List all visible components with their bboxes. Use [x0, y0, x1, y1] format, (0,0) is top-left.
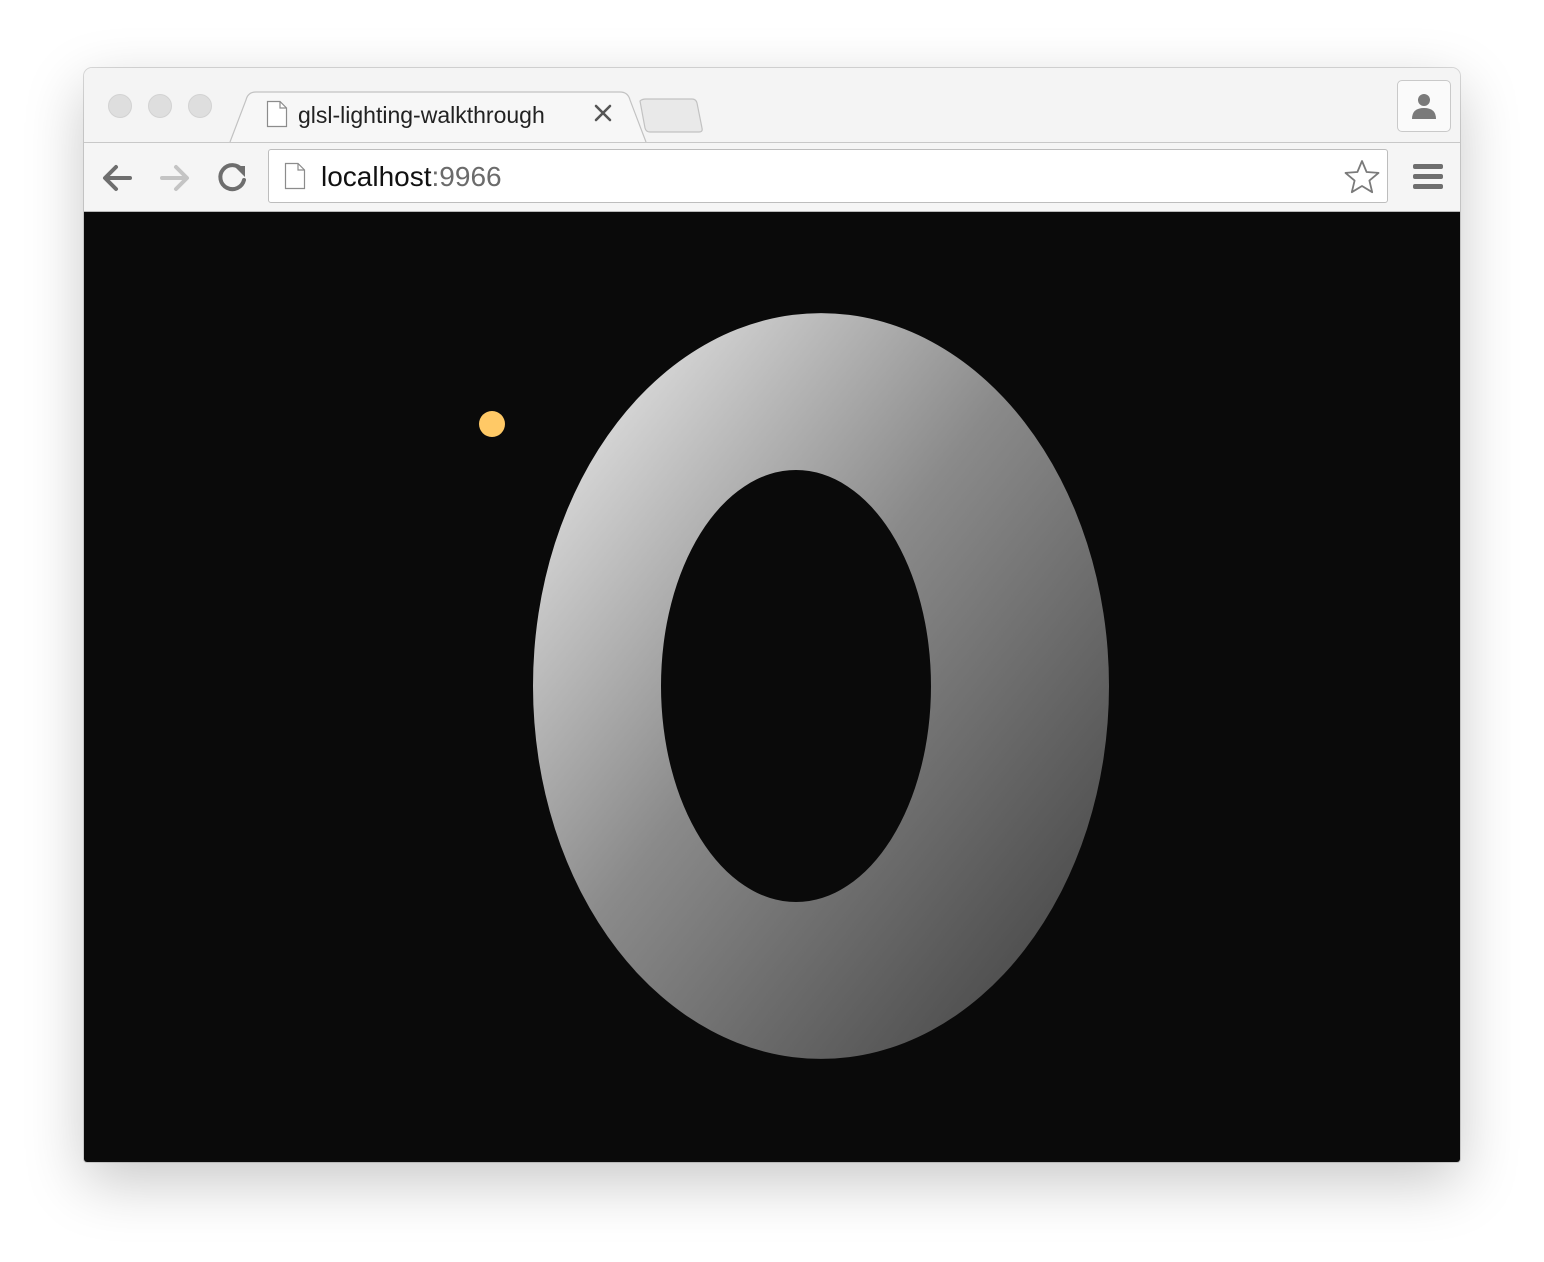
profile-button[interactable]: [1397, 80, 1451, 132]
torus-scene: [479, 313, 1109, 1059]
new-tab-icon[interactable]: [639, 98, 703, 133]
browser-window: glsl-lighting-walkthrough localhost:9966: [84, 68, 1460, 1162]
tab-title: glsl-lighting-walkthrough: [298, 102, 545, 128]
toolbar: localhost:9966: [84, 142, 1460, 212]
tab-strip: glsl-lighting-walkthrough: [84, 68, 1460, 142]
light-source-marker: [479, 411, 505, 437]
arrow-right-icon[interactable]: [154, 158, 194, 198]
tab-active[interactable]: glsl-lighting-walkthrough: [264, 94, 624, 138]
page-icon: [266, 100, 288, 128]
url-host: localhost: [321, 161, 432, 192]
webgl-canvas[interactable]: [84, 212, 1460, 1162]
hamburger-menu-icon[interactable]: [1412, 161, 1444, 193]
url-port: :9966: [431, 161, 502, 192]
star-icon[interactable]: [1343, 158, 1381, 196]
reload-icon[interactable]: [212, 158, 252, 198]
page-icon: [284, 162, 306, 190]
arrow-left-icon[interactable]: [98, 158, 138, 198]
url-text[interactable]: localhost:9966: [321, 161, 502, 193]
close-icon[interactable]: [592, 102, 614, 124]
person-icon: [1412, 94, 1436, 119]
address-bar[interactable]: localhost:9966: [268, 149, 1388, 203]
torus-shape: [533, 313, 1109, 1059]
